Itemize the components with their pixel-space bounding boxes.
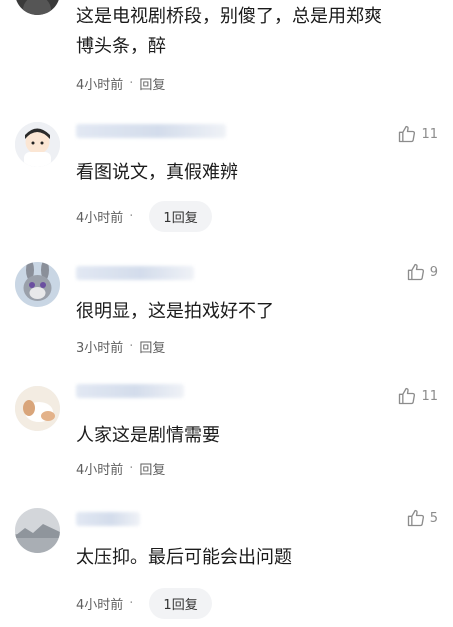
user-avatar[interactable] xyxy=(15,122,60,167)
comment-time: 3小时前 xyxy=(76,341,124,356)
comment-text: 很明显，这是拍戏好不了 xyxy=(76,301,274,322)
user-avatar[interactable] xyxy=(15,262,60,307)
meta-separator: · xyxy=(129,76,134,91)
username-blurred xyxy=(76,266,194,280)
thumbs-up-icon xyxy=(407,263,424,281)
user-avatar[interactable] xyxy=(15,508,60,553)
thumbs-up-icon xyxy=(407,509,424,527)
reply-count-button[interactable]: 1回复 xyxy=(149,201,212,232)
meta-separator: · xyxy=(129,596,134,611)
meta-separator: · xyxy=(129,209,134,224)
like-button[interactable]: 5 xyxy=(406,508,438,528)
reply-button[interactable]: 回复 xyxy=(139,74,165,93)
like-count: 9 xyxy=(429,264,438,280)
comment-time: 4小时前 xyxy=(76,463,124,478)
thumbs-up-icon xyxy=(399,125,416,143)
reply-count-button[interactable]: 1回复 xyxy=(149,588,212,619)
reply-button[interactable]: 回复 xyxy=(139,337,165,356)
like-button[interactable]: 11 xyxy=(397,386,438,406)
like-count: 11 xyxy=(421,126,438,142)
like-count: 11 xyxy=(421,388,438,404)
like-count: 5 xyxy=(429,510,438,526)
like-button[interactable]: 9 xyxy=(406,262,438,282)
comment-meta: 4小时前 · 1回复 xyxy=(76,201,212,232)
comment-meta: 4小时前 · 回复 xyxy=(76,74,165,93)
comment-time: 4小时前 xyxy=(76,211,124,226)
comment-text: 太压抑。最后可能会出问题 xyxy=(76,547,292,568)
meta-separator: · xyxy=(129,461,134,476)
comment-meta: 4小时前 · 1回复 xyxy=(76,588,212,619)
comment-meta: 4小时前 · 回复 xyxy=(76,459,165,478)
user-avatar[interactable] xyxy=(15,0,60,15)
thumbs-up-icon xyxy=(399,387,416,405)
username-blurred xyxy=(76,124,226,138)
comment-meta: 3小时前 · 回复 xyxy=(76,337,165,356)
reply-button[interactable]: 回复 xyxy=(139,459,165,478)
comment-text: 这是电视剧桥段，别傻了，总是用郑爽 博头条，醉 xyxy=(76,6,382,57)
meta-separator: · xyxy=(129,339,134,354)
comment-time: 4小时前 xyxy=(76,78,124,93)
user-avatar[interactable] xyxy=(15,386,60,431)
username-blurred xyxy=(76,512,140,526)
comment-text: 人家这是剧情需要 xyxy=(76,425,220,446)
like-button[interactable]: 11 xyxy=(397,124,438,144)
comment-time: 4小时前 xyxy=(76,598,124,613)
comment-text: 看图说文，真假难辨 xyxy=(76,162,238,183)
username-blurred xyxy=(76,384,184,398)
